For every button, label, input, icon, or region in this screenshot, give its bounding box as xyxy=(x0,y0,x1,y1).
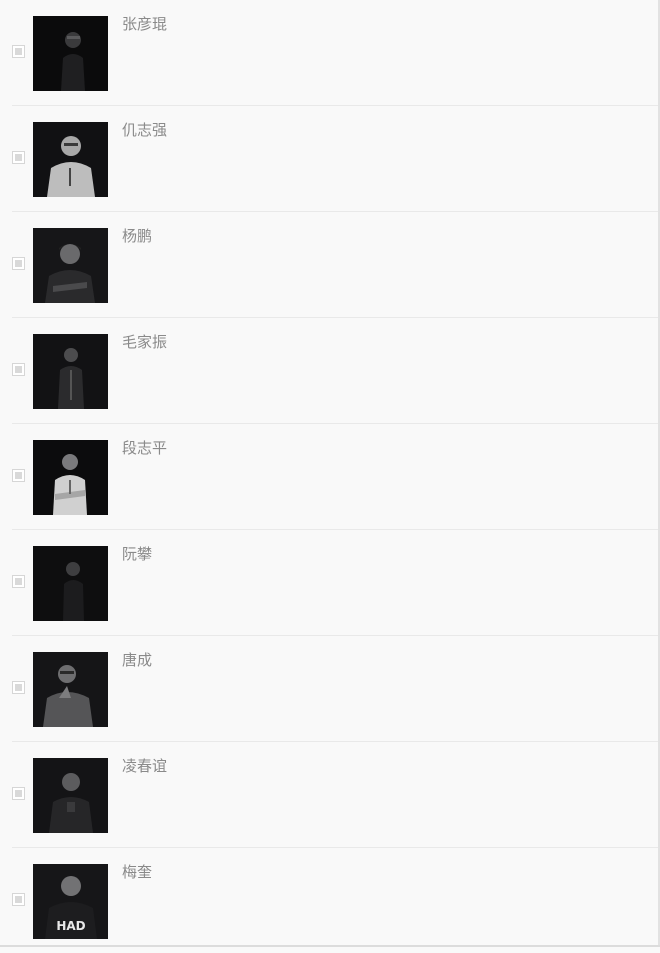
member-name[interactable]: 仉志强 xyxy=(122,120,167,140)
member-name[interactable]: 杨鹏 xyxy=(122,226,152,246)
member-photo[interactable] xyxy=(33,122,108,197)
member-photo[interactable] xyxy=(33,652,108,727)
member-photo[interactable] xyxy=(33,546,108,621)
member-photo[interactable] xyxy=(33,758,108,833)
list-item: 段志平 xyxy=(12,424,658,530)
list-item: 杨鹏 xyxy=(12,212,658,318)
member-name[interactable]: 唐成 xyxy=(122,650,152,670)
row-checkbox[interactable] xyxy=(12,681,25,694)
member-name[interactable]: 张彦琨 xyxy=(122,14,167,34)
row-checkbox[interactable] xyxy=(12,575,25,588)
shirt-print: HAD xyxy=(56,919,85,933)
list-item: 仉志强 xyxy=(12,106,658,212)
member-photo[interactable]: HAD xyxy=(33,864,108,939)
row-checkbox[interactable] xyxy=(12,469,25,482)
member-photo[interactable] xyxy=(33,334,108,409)
list-item: 唐成 xyxy=(12,636,658,742)
list-item: 毛家振 xyxy=(12,318,658,424)
member-photo[interactable] xyxy=(33,228,108,303)
list-item: HAD 梅奎 xyxy=(12,848,658,953)
member-name[interactable]: 毛家振 xyxy=(122,332,167,352)
member-photo[interactable] xyxy=(33,16,108,91)
row-checkbox[interactable] xyxy=(12,151,25,164)
row-checkbox[interactable] xyxy=(12,893,25,906)
row-checkbox[interactable] xyxy=(12,787,25,800)
row-checkbox[interactable] xyxy=(12,45,25,58)
member-name[interactable]: 段志平 xyxy=(122,438,167,458)
row-checkbox[interactable] xyxy=(12,257,25,270)
member-list: 张彦琨 仉志强 杨鹏 毛家振 段志平 阮攀 唐成 凌春谊 HAD 梅奎 xyxy=(12,0,658,953)
list-item: 张彦琨 xyxy=(12,0,658,106)
row-checkbox[interactable] xyxy=(12,363,25,376)
list-item: 凌春谊 xyxy=(12,742,658,848)
list-item: 阮攀 xyxy=(12,530,658,636)
member-name[interactable]: 梅奎 xyxy=(122,862,152,882)
member-name[interactable]: 凌春谊 xyxy=(122,756,167,776)
member-photo[interactable] xyxy=(33,440,108,515)
member-name[interactable]: 阮攀 xyxy=(122,544,152,564)
